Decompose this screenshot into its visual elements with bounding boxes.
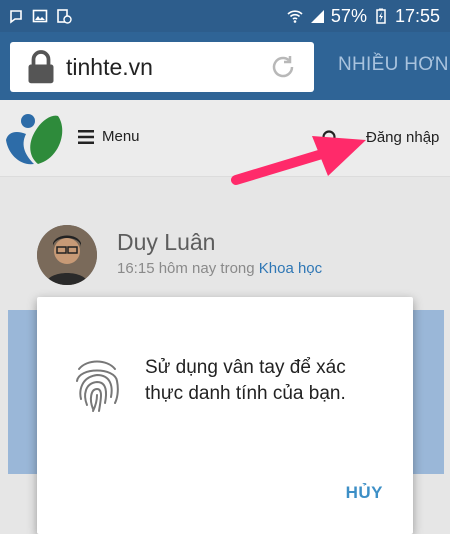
status-bar: 57% 17:55 (0, 0, 450, 32)
notification-icon (10, 10, 22, 24)
hamburger-icon (78, 129, 94, 144)
menu-label: Menu (102, 128, 140, 145)
dialog-message: Sử dụng vân tay để xác thực danh tính củ… (145, 357, 346, 404)
battery-percentage: 57% (330, 5, 367, 26)
post-time: 16:15 hôm nay trong (117, 260, 259, 277)
menu-button[interactable]: Menu (78, 128, 140, 145)
fingerprint-dialog: Sử dụng vân tay để xác thực danh tính củ… (37, 297, 413, 534)
lock-icon (28, 50, 54, 84)
url-bar[interactable]: tinhte.vn (10, 42, 314, 92)
url-text[interactable]: tinhte.vn (66, 54, 153, 81)
signal-icon (310, 10, 324, 23)
more-button[interactable]: NHIỀU HƠN (338, 54, 449, 76)
post-meta: 16:15 hôm nay trong Khoa học (117, 260, 322, 277)
wifi-icon (287, 10, 303, 23)
browser-toolbar: tinhte.vn NHIỀU HƠN (0, 32, 450, 100)
image-icon (32, 9, 48, 23)
content-block-right (410, 310, 444, 474)
login-link[interactable]: Đăng nhập (366, 129, 439, 146)
battery-icon (376, 8, 386, 24)
avatar-image (37, 225, 97, 285)
cancel-button[interactable]: HỦY (346, 483, 383, 503)
post-category-link[interactable]: Khoa học (259, 260, 322, 277)
avatar[interactable] (37, 225, 97, 285)
fingerprint-icon (76, 360, 119, 412)
alarm-icon (57, 9, 72, 24)
reload-icon[interactable] (268, 52, 298, 82)
tinhte-logo[interactable] (6, 112, 66, 168)
clock: 17:55 (394, 5, 440, 26)
post-author[interactable]: Duy Luân (117, 229, 215, 256)
pointer-arrow (231, 136, 366, 185)
site-header: Menu Đăng nhập (0, 100, 450, 177)
